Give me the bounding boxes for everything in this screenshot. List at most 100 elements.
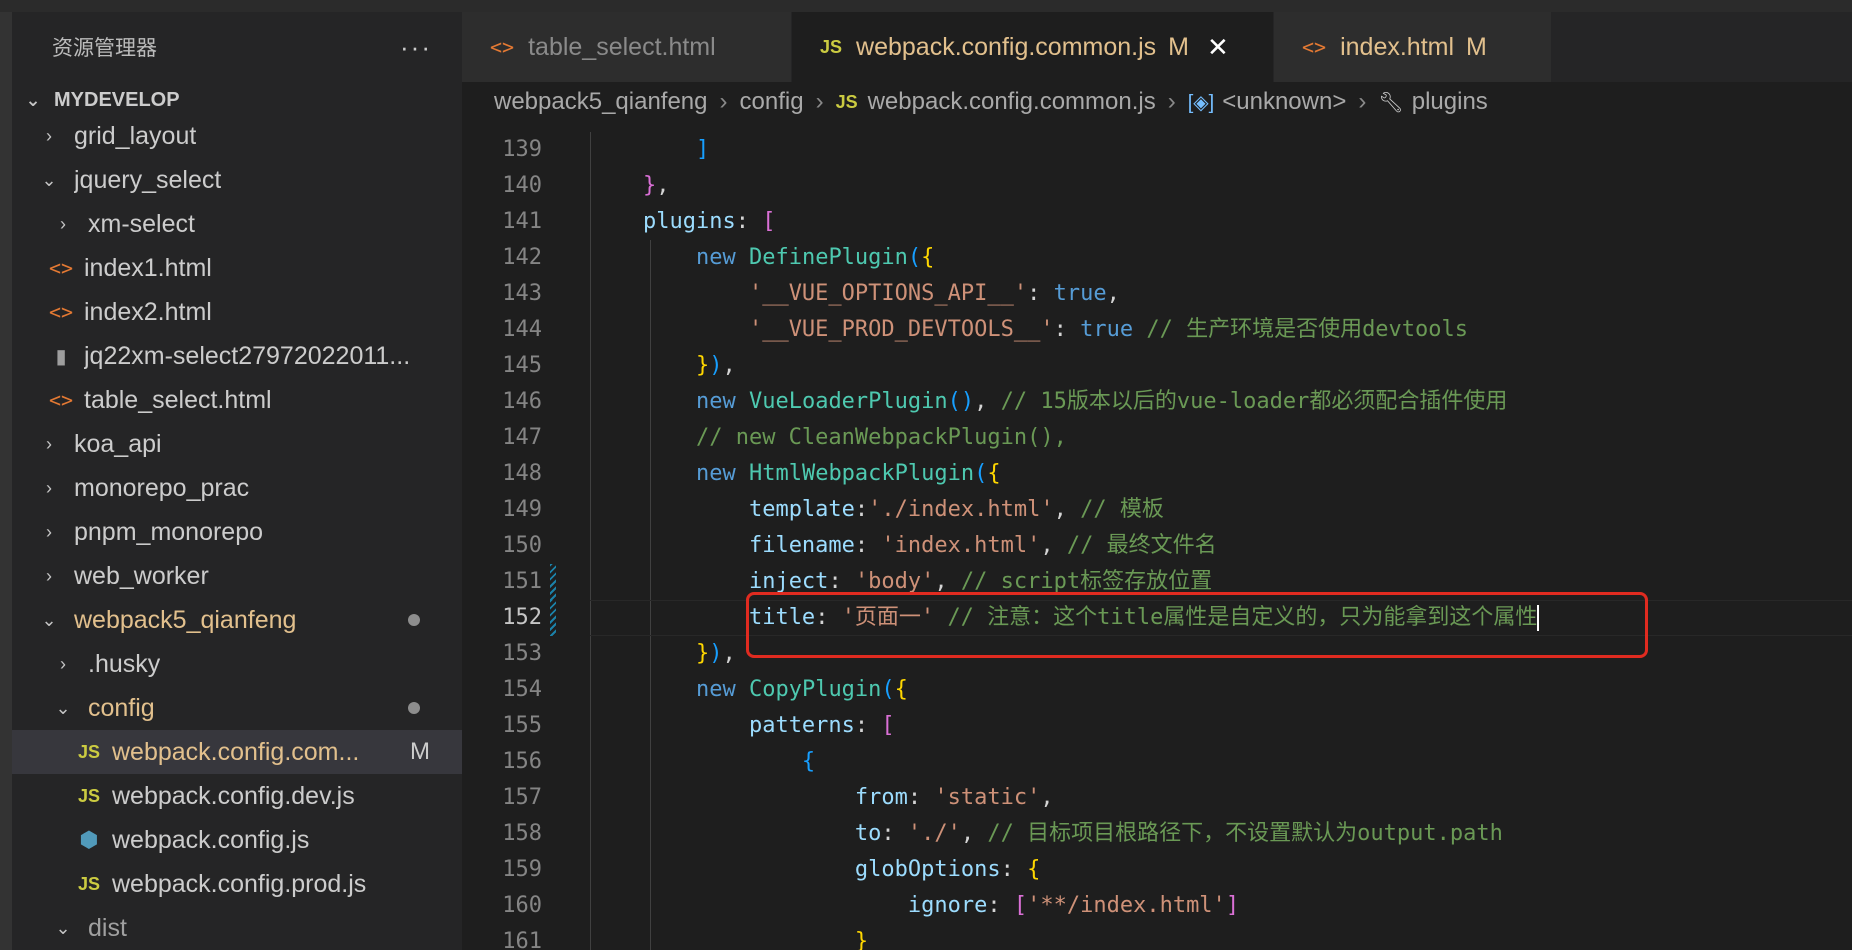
code-line: 141 plugins: [ [462, 204, 1852, 240]
tree-file-webpack-config[interactable]: ⬢ webpack.config.js [12, 818, 462, 862]
token: : [828, 569, 855, 594]
code-line: 150 filename: 'index.html', // 最终文件名 [462, 528, 1852, 564]
token: : [735, 209, 763, 234]
modified-line-gutter [550, 600, 556, 636]
code-line: 158 to: './', // 目标项目根路径下，不设置默认为output.p… [462, 816, 1852, 852]
token: } [695, 353, 710, 378]
tree-folder-husky[interactable]: › .husky [12, 642, 462, 686]
line-number: 148 [502, 461, 542, 486]
token: , [974, 389, 988, 414]
modified-dot [408, 614, 420, 626]
tree-item-label: jquery_select [74, 165, 222, 194]
code-line: 140 }, [462, 168, 1852, 204]
tree-item-label: grid_layout [74, 121, 197, 150]
breadcrumb-file[interactable]: webpack.config.common.js [868, 88, 1156, 116]
tree-file-index2-html[interactable]: <> index2.html [12, 290, 462, 334]
tree-file-webpack-config-dev[interactable]: JS webpack.config.dev.js [12, 774, 462, 818]
tree-file-webpack-config-common[interactable]: JS webpack.config.com... M [12, 730, 462, 774]
modified-badge: M [410, 738, 430, 765]
tree-folder-monorepo-prac[interactable]: › monorepo_prac [12, 466, 462, 510]
token: , [1053, 497, 1067, 522]
tree-file-table-select-html[interactable]: <> table_select.html [12, 378, 462, 422]
token: , [960, 821, 975, 846]
text-cursor [1537, 605, 1540, 631]
token: , [722, 353, 736, 378]
tab-webpack-config-common[interactable]: JS webpack.config.common.js M ✕ [792, 12, 1274, 82]
code-line: 147 // new CleanWebpackPlugin(), [462, 420, 1852, 456]
token: : [815, 605, 842, 630]
tree-file-zip[interactable]: ▮ jq22xm-select27972022011... [12, 334, 462, 378]
token: , [656, 173, 670, 198]
token: ) [709, 353, 723, 378]
tab-index-html[interactable]: <> index.html M [1274, 12, 1552, 82]
code-text: '__VUE_PROD_DEVTOOLS__': true // 生产环境是否使… [590, 312, 1468, 348]
html-file-icon: <> [1302, 35, 1327, 59]
chevron-right-icon: › [46, 433, 52, 454]
token: filename [748, 533, 855, 558]
tree-folder-koa-api[interactable]: › koa_api [12, 422, 462, 466]
token: // 目标项目根路径下，不设置默认为output.path [987, 821, 1503, 846]
breadcrumb-symbol[interactable]: <unknown> [1222, 88, 1346, 116]
chevron-right-icon: › [1167, 88, 1176, 115]
token: 'index.html' [881, 533, 1041, 558]
token: [ [881, 713, 895, 738]
tree-file-webpack-config-prod[interactable]: JS webpack.config.prod.js [12, 862, 462, 906]
tree-item-label: koa_api [74, 429, 162, 458]
token: { [1027, 857, 1041, 882]
modified-dot [408, 702, 420, 714]
token: // 15版本以后的vue-loader都必须配合插件使用 [1000, 389, 1508, 414]
code-text: '__VUE_OPTIONS_API__': true, [590, 276, 1120, 312]
symbol-variable-icon: [◈] [1187, 91, 1215, 114]
line-number: 157 [502, 785, 542, 810]
chevron-right-icon: › [815, 88, 824, 115]
tree-folder-jquery-select[interactable]: ⌄ jquery_select [12, 158, 462, 202]
tree-folder-web-worker[interactable]: › web_worker [12, 554, 462, 598]
token: } [854, 929, 869, 950]
tree-folder-xm-select[interactable]: › xm-select [12, 202, 462, 246]
wrench-icon: 🔧︎ [1378, 91, 1404, 114]
line-number: 154 [502, 677, 542, 702]
chevron-down-icon: ⌄ [25, 89, 41, 110]
code-text: plugins: [ [590, 204, 775, 240]
modified-badge: M [1466, 32, 1487, 61]
breadcrumb-subfolder[interactable]: config [740, 88, 804, 116]
token: ( [881, 677, 895, 702]
tree-folder-grid-layout[interactable]: › grid_layout [12, 114, 462, 158]
line-number: 139 [502, 137, 542, 162]
token: : [854, 497, 869, 522]
token: ] [1225, 893, 1240, 918]
tree-folder-dist[interactable]: ⌄ dist [12, 906, 462, 950]
tree-folder-config[interactable]: ⌄ config [12, 686, 462, 730]
line-number: 146 [502, 389, 542, 414]
tab-table-select-html[interactable]: <> table_select.html [462, 12, 792, 82]
token: globOptions [854, 857, 1001, 882]
tree-file-index1-html[interactable]: <> index1.html [12, 246, 462, 290]
token: ( [907, 245, 922, 270]
tree-folder-pnpm-monorepo[interactable]: › pnpm_monorepo [12, 510, 462, 554]
tree-item-label: webpack.config.js [112, 825, 310, 854]
code-line: 142 new DefinePlugin({ [462, 240, 1852, 276]
line-number: 153 [502, 641, 542, 666]
tree-folder-webpack5-qianfeng[interactable]: ⌄ webpack5_qianfeng [12, 598, 462, 642]
token: ( [974, 461, 988, 486]
token: } [642, 173, 657, 198]
tab-label: webpack.config.common.js [856, 32, 1157, 61]
breadcrumb-property[interactable]: plugins [1412, 88, 1488, 116]
token: '**/index.html' [1027, 893, 1226, 918]
close-icon[interactable]: ✕ [1207, 32, 1229, 63]
breadcrumb-folder[interactable]: webpack5_qianfeng [494, 88, 708, 116]
line-number: 161 [502, 929, 542, 950]
token: // new CleanWebpackPlugin(), [695, 425, 1067, 450]
explorer-header: 资源管理器 ··· [12, 12, 462, 82]
workspace-root[interactable]: ⌄ MYDEVELOP [12, 82, 462, 118]
code-editor[interactable]: 139 ] 140 }, 141 plugins: [ 142 new Defi… [462, 132, 1852, 950]
more-actions-icon[interactable]: ··· [400, 34, 432, 60]
token: { [987, 461, 1001, 486]
token: from [854, 785, 908, 810]
token: './index.html' [868, 497, 1054, 522]
token: : [1053, 317, 1081, 342]
code-text: title: '页面一' // 注意：这个title属性是自定义的，只为能拿到这… [590, 600, 1540, 636]
token: : [854, 533, 882, 558]
token: '__VUE_OPTIONS_API__' [748, 281, 1028, 306]
token: new [695, 389, 736, 414]
